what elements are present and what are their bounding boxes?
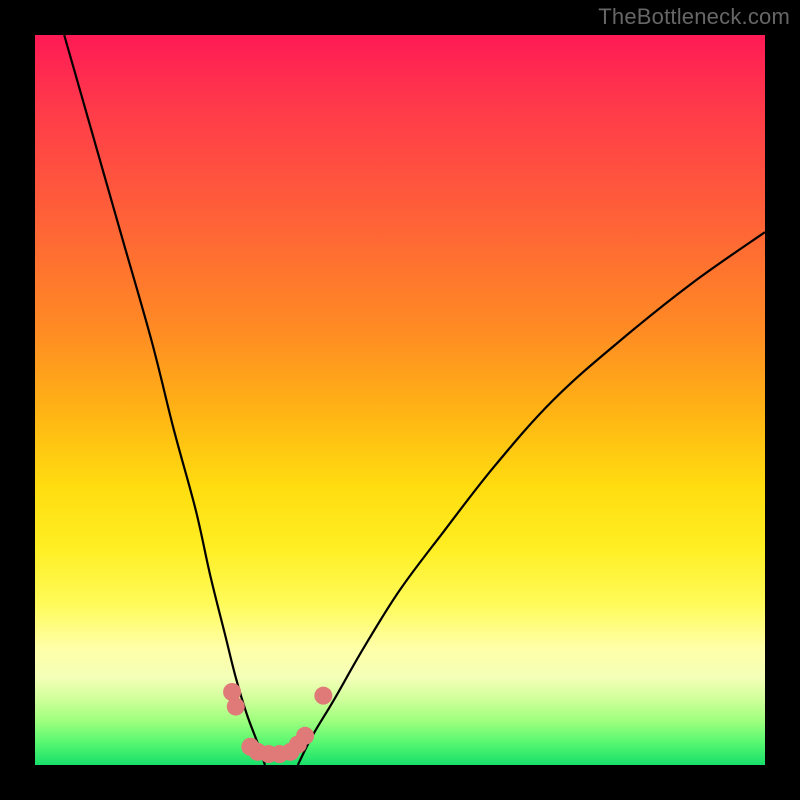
left-curve — [64, 35, 265, 765]
trough-marker — [227, 698, 245, 716]
trough-markers — [223, 683, 332, 763]
plot-area — [35, 35, 765, 765]
attribution-text: TheBottleneck.com — [598, 4, 790, 30]
chart-container: TheBottleneck.com — [0, 0, 800, 800]
trough-marker — [296, 727, 314, 745]
trough-marker — [314, 687, 332, 705]
right-curve — [298, 232, 765, 765]
chart-svg — [35, 35, 765, 765]
